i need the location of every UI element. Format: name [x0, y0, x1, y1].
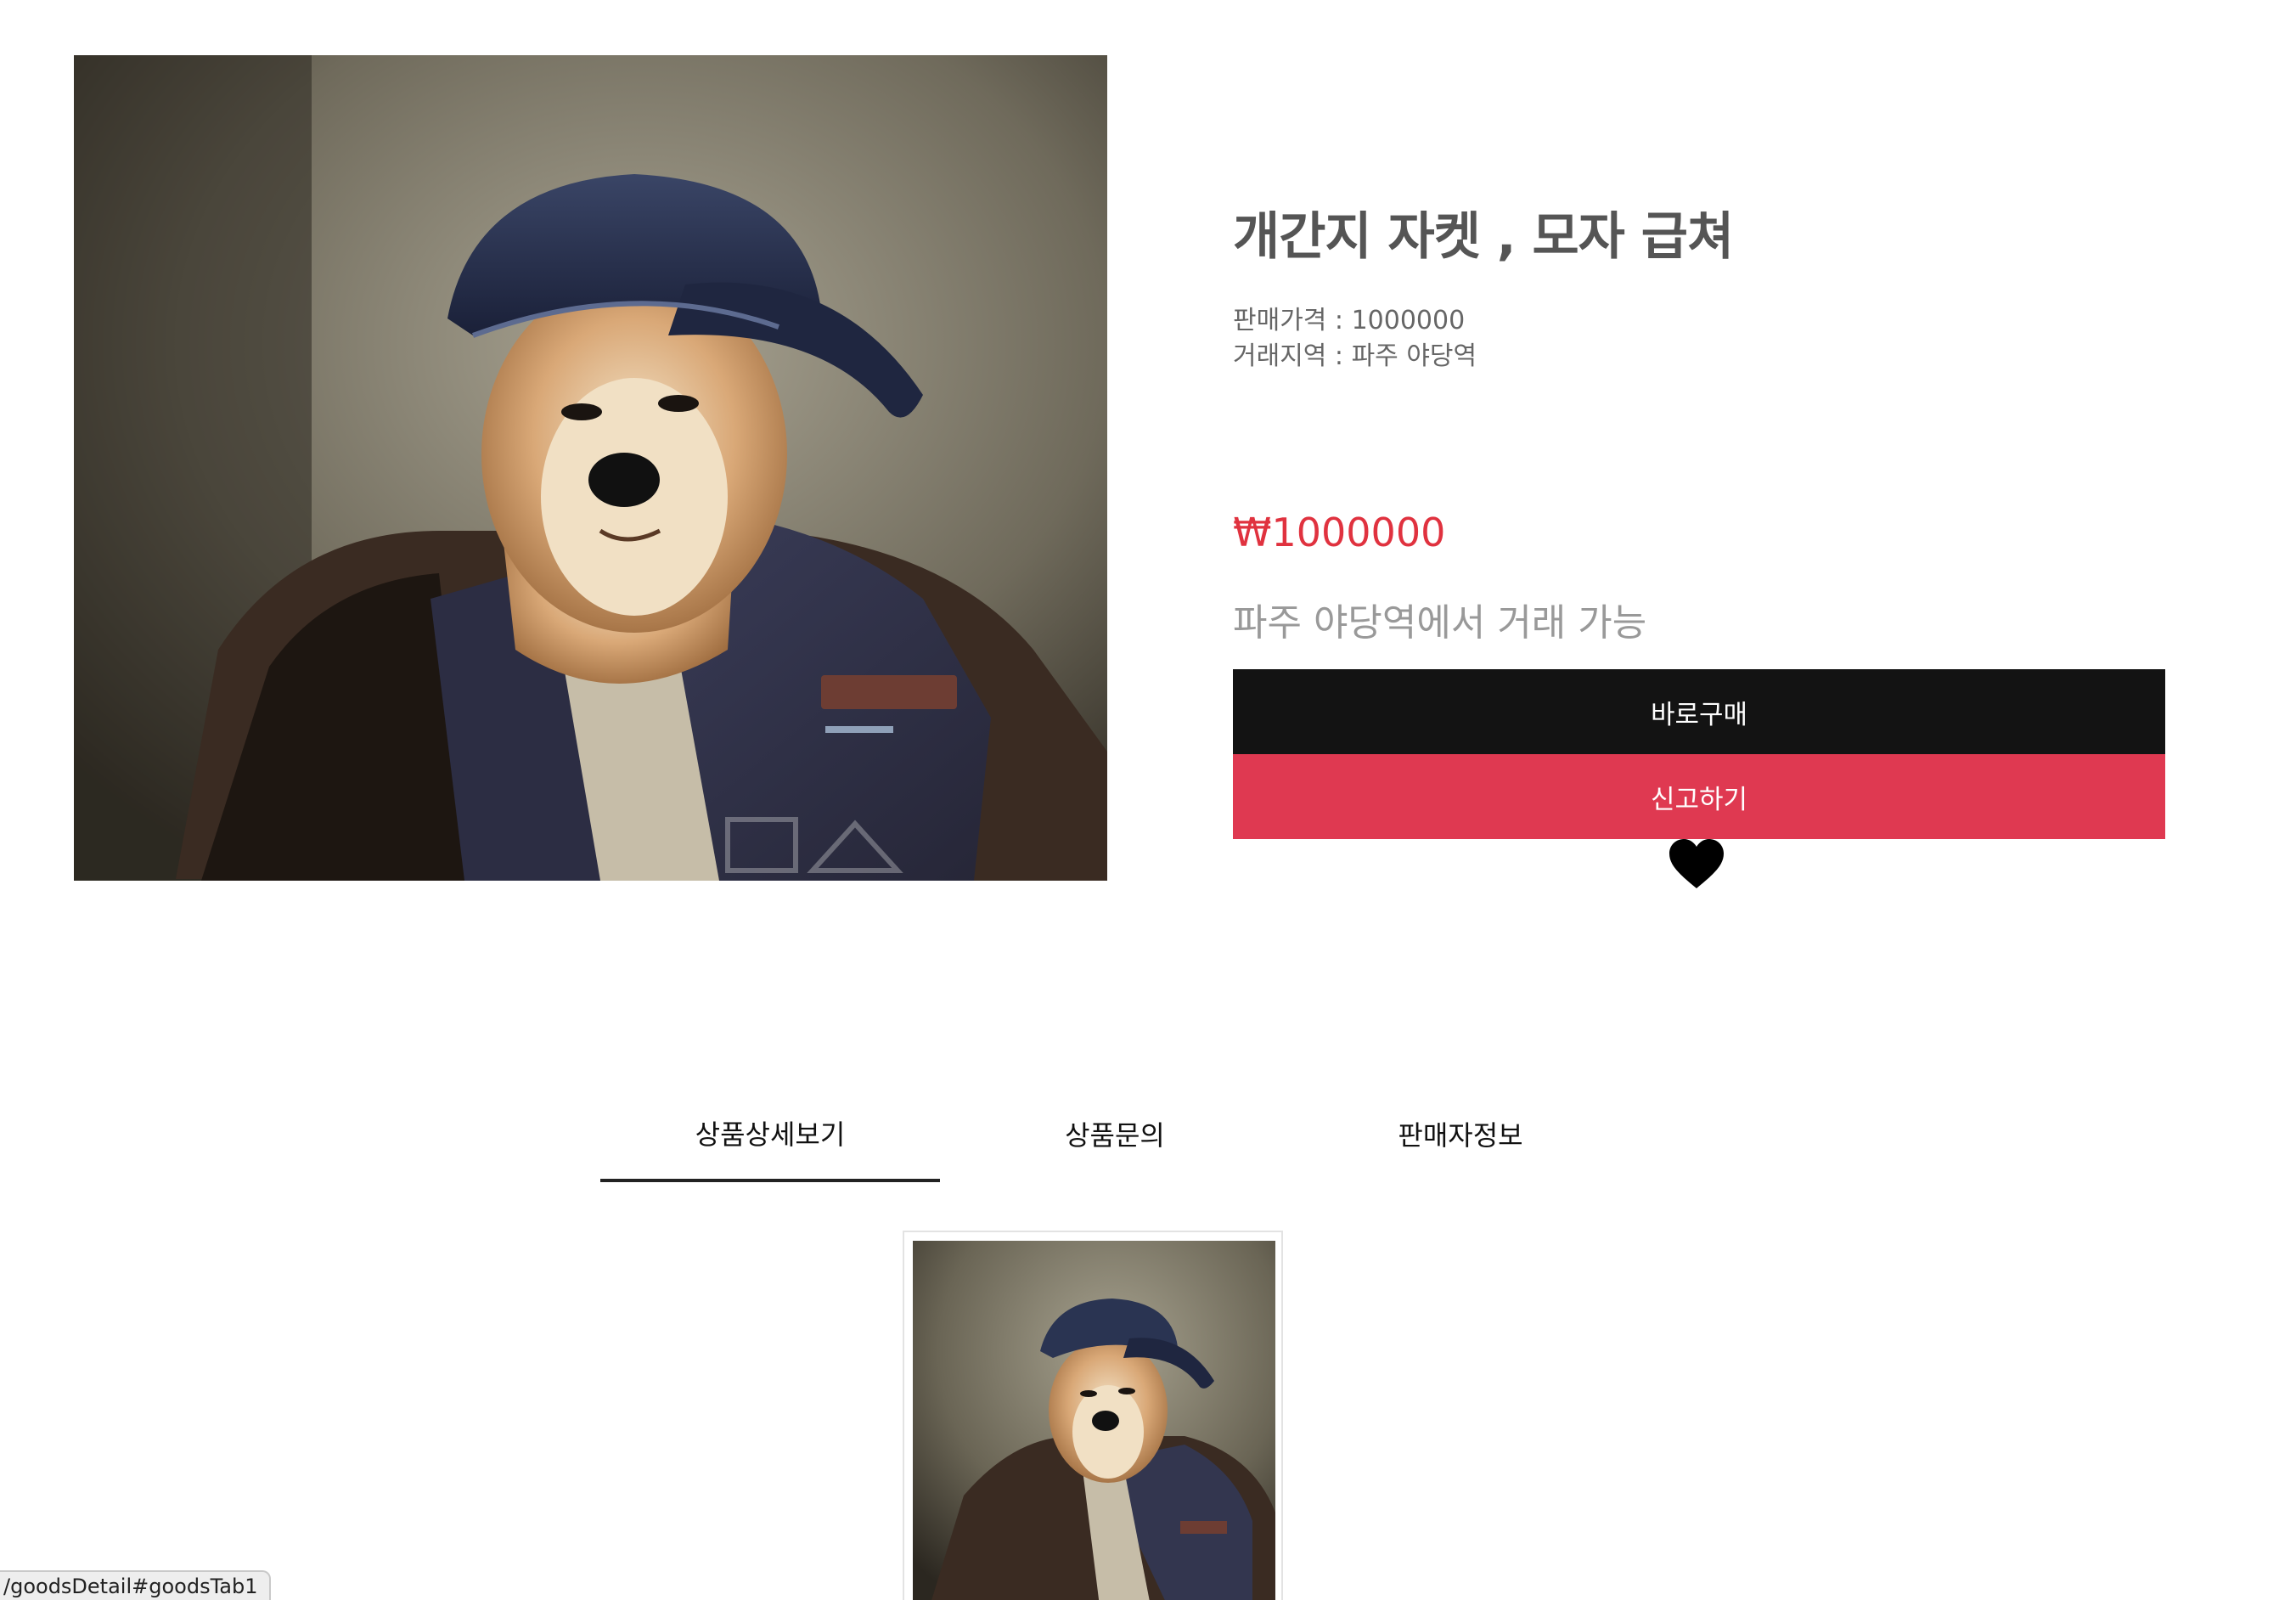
price-display: ₩1000000: [1233, 510, 1446, 555]
product-main-image: [74, 55, 1107, 881]
sale-price-line: 판매가격 : 1000000: [1233, 306, 1466, 335]
report-button[interactable]: 신고하기: [1233, 754, 2165, 839]
dog-photo-thumbnail: [913, 1241, 1275, 1600]
buy-now-button[interactable]: 바로구매: [1233, 669, 2165, 754]
trade-note: 파주 야당역에서 거래 가능: [1233, 601, 1647, 645]
tab-seller-info-label: 판매자정보: [1398, 1119, 1523, 1152]
trade-area-line: 거래지역 : 파주 야당역: [1233, 341, 1477, 371]
buy-now-label: 바로구매: [1650, 699, 1748, 730]
product-detail-image: [913, 1241, 1275, 1600]
tab-product-detail[interactable]: 상품상세보기: [600, 1087, 940, 1182]
tab-product-inquiry-label: 상품문의: [1065, 1119, 1165, 1152]
browser-status-bar: /goodsDetail#goodsTab1: [0, 1570, 272, 1600]
report-label: 신고하기: [1650, 784, 1748, 815]
status-url: /goodsDetail#goodsTab1: [3, 1574, 258, 1598]
dog-photo-illustration: [74, 55, 1107, 881]
product-title: 개간지 자켓 , 모자 급쳐: [1233, 207, 1734, 267]
tab-seller-info[interactable]: 판매자정보: [1291, 1087, 1630, 1180]
tab-product-inquiry[interactable]: 상품문의: [945, 1087, 1285, 1180]
tab-product-detail-label: 상품상세보기: [695, 1118, 846, 1151]
heart-icon[interactable]: [1669, 839, 1724, 890]
